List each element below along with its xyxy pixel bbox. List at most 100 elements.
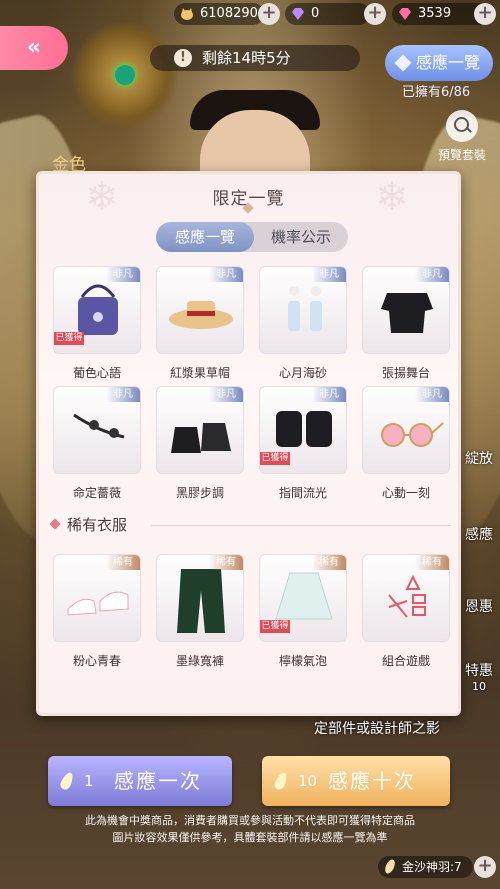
item-name: 心月海砂 <box>278 366 327 380</box>
item-card[interactable]: 稀有 組合遊戲 <box>362 554 450 669</box>
feather-icon <box>383 858 397 875</box>
item-name: 心動一刻 <box>381 486 430 500</box>
item-card[interactable]: 非凡 已獲得 葡色心語 <box>53 266 141 381</box>
diamond-bullet-icon <box>49 518 61 530</box>
obtained-badge: 已獲得 <box>260 452 290 465</box>
item-card[interactable]: 非凡 命定薔薇 <box>53 386 141 501</box>
feather-icon <box>58 770 76 792</box>
item-image: 稀有 已獲得 <box>259 554 347 642</box>
magnifier-icon <box>446 110 478 142</box>
pink-diamond-amount: 3539 <box>418 6 452 21</box>
extraordinary-badge: 非凡 <box>209 267 243 282</box>
golden-sand-add-button[interactable]: + <box>474 856 496 878</box>
rare-badge: 稀有 <box>415 555 449 570</box>
item-name: 粉心青春 <box>72 654 121 668</box>
item-name: 黑膠步調 <box>175 486 224 500</box>
side-tab-induction[interactable]: 感應 <box>458 524 500 544</box>
pink-diamond-icon <box>399 8 411 20</box>
item-name: 紅漿果草帽 <box>169 366 230 380</box>
item-card[interactable]: 非凡 已獲得 指間流光 <box>259 386 347 501</box>
obtained-badge: 已獲得 <box>260 620 290 633</box>
extraordinary-badge: 非凡 <box>106 267 140 282</box>
item-image: 非凡 <box>259 266 347 354</box>
rare-badge: 稀有 <box>106 555 140 570</box>
item-card[interactable]: 非凡 心月海砂 <box>259 266 347 381</box>
ten-count: 10 <box>298 772 318 790</box>
gem-icon <box>115 65 135 85</box>
diamond-icon <box>394 54 412 72</box>
item-card[interactable]: 非凡 黑膠步調 <box>156 386 244 501</box>
golden-sand-feather-counter: 金沙神羽:7 <box>378 856 473 878</box>
rare-clothes-title: 稀有衣服 <box>67 516 128 534</box>
extraordinary-badge: 非凡 <box>312 387 346 402</box>
item-name: 葡色心語 <box>72 366 121 380</box>
item-image: 非凡 <box>362 266 450 354</box>
purple-diamond-icon <box>292 8 304 20</box>
item-card[interactable]: 非凡 張揚舞台 <box>362 266 450 381</box>
induction-ten-button[interactable]: 10 感應十次 <box>262 756 450 806</box>
tab-induction-overview[interactable]: 感應一覽 <box>156 222 254 252</box>
item-image: 非凡 <box>362 386 450 474</box>
side-tab-grace[interactable]: 恩惠 <box>458 596 500 616</box>
extraordinary-badge: 非凡 <box>415 267 449 282</box>
preview-outfit-label: 預覽套裝 <box>437 148 486 162</box>
item-card[interactable]: 稀有 粉心青春 <box>53 554 141 669</box>
item-name: 命定薔薇 <box>72 486 121 500</box>
currency-bar: 6108290 + 0 + 3539 + <box>0 0 500 30</box>
item-image: 非凡 <box>156 266 244 354</box>
item-image: 稀有 <box>53 554 141 642</box>
rare-clothes-heading: 稀有衣服 <box>49 514 211 534</box>
item-card[interactable]: 稀有 墨綠寬褲 <box>156 554 244 669</box>
timer-text: 剩餘14時5分 <box>202 49 291 67</box>
feather-icon <box>272 770 290 792</box>
item-name: 指間流光 <box>278 486 327 500</box>
item-name: 墨綠寬褲 <box>175 654 224 668</box>
item-image: 非凡 已獲得 <box>259 386 347 474</box>
disclaimer-line-1: 此為機會中獎商品，消費者購買或參與活動不代表即可獲得特定商品 <box>85 814 415 827</box>
section-divider <box>151 525 451 526</box>
headpiece-decoration <box>70 20 180 130</box>
once-label: 感應一次 <box>114 769 202 793</box>
gold-add-button[interactable]: + <box>258 3 280 25</box>
modal-tabs: 感應一覽 機率公示 <box>156 222 348 252</box>
item-card[interactable]: 非凡 心動一刻 <box>362 386 450 501</box>
ten-label: 感應十次 <box>328 769 416 793</box>
disclaimer-line-2: 圖片妝容效果僅供參考，具體套裝部件請以感應一覽為準 <box>112 831 388 844</box>
countdown-timer: ! 剩餘14時5分 <box>150 45 360 71</box>
item-image: 非凡 <box>53 386 141 474</box>
item-name: 檸檬氣泡 <box>278 654 327 668</box>
purple-diamond-currency: 0 <box>285 3 370 25</box>
induction-once-button[interactable]: 1 感應一次 <box>48 756 232 806</box>
item-name: 張揚舞台 <box>381 366 430 380</box>
pink-diamond-add-button[interactable]: + <box>474 3 496 25</box>
limited-overview-modal: ❄ ❄ 限定一覽 感應一覽 機率公示 非凡 已獲得 葡色心語 非凡 紅漿果草帽 … <box>36 171 461 716</box>
item-image: 非凡 已獲得 <box>53 266 141 354</box>
side-badge: 10 <box>472 680 486 693</box>
extraordinary-badge: 非凡 <box>209 387 243 402</box>
extraordinary-badge: 非凡 <box>312 267 346 282</box>
item-image: 稀有 <box>156 554 244 642</box>
once-count: 1 <box>84 772 94 790</box>
purple-diamond-add-button[interactable]: + <box>364 3 386 25</box>
scene-caption: 定部件或設計師之影 <box>314 721 440 737</box>
back-button[interactable]: « <box>0 26 68 70</box>
golden-sand-label: 金沙神羽:7 <box>402 860 462 874</box>
item-name: 組合遊戲 <box>381 654 430 668</box>
disclaimer: 此為機會中獎商品，消費者購買或參與活動不代表即可獲得特定商品 圖片妝容效果僅供參… <box>30 812 470 846</box>
item-image: 稀有 <box>362 554 450 642</box>
item-card[interactable]: 稀有 已獲得 檸檬氣泡 <box>259 554 347 669</box>
obtained-badge: 已獲得 <box>54 332 84 345</box>
extraordinary-badge: 非凡 <box>106 387 140 402</box>
cat-coin-icon <box>181 8 193 20</box>
item-card[interactable]: 非凡 紅漿果草帽 <box>156 266 244 381</box>
induction-overview-label: 感應一覽 <box>415 53 480 72</box>
extraordinary-badge: 非凡 <box>415 387 449 402</box>
preview-outfit-button[interactable]: 預覽套裝 <box>434 110 490 163</box>
induction-overview-button[interactable]: 感應一覽 <box>385 45 493 81</box>
side-tab-special[interactable]: 特惠 <box>458 660 500 680</box>
purple-diamond-amount: 0 <box>311 6 320 21</box>
alert-icon: ! <box>174 49 192 67</box>
owned-count: 已擁有6/86 <box>402 85 471 100</box>
side-tab-bloom[interactable]: 綻放 <box>458 448 500 468</box>
tab-probability[interactable]: 機率公示 <box>254 222 348 252</box>
